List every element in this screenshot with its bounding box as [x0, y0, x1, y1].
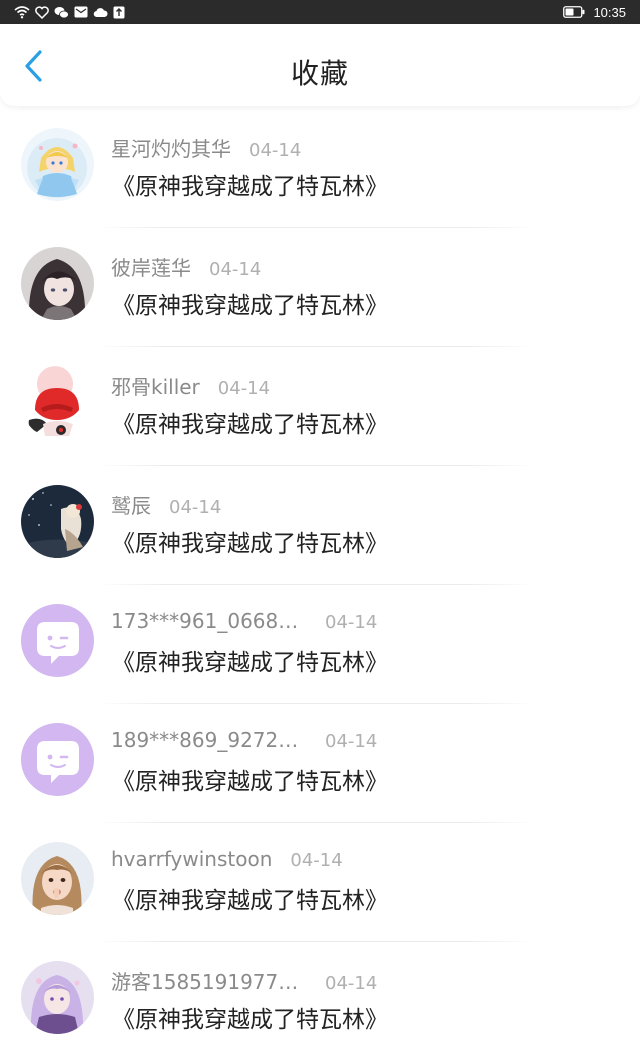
- mail-icon: [74, 6, 88, 18]
- upload-icon: [113, 6, 125, 18]
- avatar[interactable]: [21, 366, 94, 439]
- avatar[interactable]: [21, 961, 94, 1034]
- cloud-icon: [93, 7, 108, 17]
- app-header: 收藏: [0, 24, 640, 106]
- book-title[interactable]: 《原神我穿越成了特瓦林》: [112, 405, 388, 439]
- avatar[interactable]: [21, 723, 94, 796]
- book-title[interactable]: 《原神我穿越成了特瓦林》: [112, 286, 388, 320]
- list-item[interactable]: 星河灼灼其华 04-14 《原神我穿越成了特瓦林》: [0, 109, 640, 228]
- anime-girl-avatar-icon: [21, 128, 94, 201]
- list-item[interactable]: 189***869_92726... 04-14 《原神我穿越成了特瓦林》: [0, 704, 640, 823]
- user-name[interactable]: hvarrfywinstoon: [111, 847, 272, 871]
- book-title[interactable]: 《原神我穿越成了特瓦林》: [112, 524, 388, 558]
- user-name[interactable]: 星河灼灼其华: [111, 133, 231, 162]
- favorites-list: 星河灼灼其华 04-14 《原神我穿越成了特瓦林》 彼岸莲华 04-14 《原神…: [0, 109, 640, 1061]
- status-icons-left: [14, 4, 125, 20]
- item-date: 04-14: [217, 378, 271, 399]
- item-meta: 星河灼灼其华 04-14: [111, 133, 301, 163]
- clock: 10:35: [593, 4, 626, 20]
- avatar[interactable]: [21, 128, 94, 201]
- status-icons-right: 10:35: [563, 3, 626, 21]
- user-name[interactable]: 173***961_06686...: [111, 609, 307, 633]
- book-title[interactable]: 《原神我穿越成了特瓦林》: [112, 643, 388, 677]
- item-date: 04-14: [325, 612, 378, 633]
- anime-purple-avatar-icon: [21, 961, 94, 1034]
- avatar[interactable]: [21, 247, 94, 320]
- list-item[interactable]: 邪骨killer 04-14 《原神我穿越成了特瓦林》: [0, 347, 640, 466]
- list-item[interactable]: 173***961_06686... 04-14 《原神我穿越成了特瓦林》: [0, 585, 640, 704]
- user-name[interactable]: 彼岸莲华: [111, 252, 191, 281]
- item-meta: 游客15851919779... 04-14: [111, 966, 377, 996]
- item-meta: 鹫辰 04-14: [111, 490, 221, 520]
- default-chat-bubble-icon: [21, 604, 94, 677]
- default-chat-bubble-icon: [21, 723, 94, 796]
- battery-icon: [563, 6, 585, 18]
- book-title[interactable]: 《原神我穿越成了特瓦林》: [112, 881, 388, 915]
- item-meta: 173***961_06686... 04-14: [111, 609, 377, 639]
- list-item[interactable]: 游客15851919779... 04-14 《原神我穿越成了特瓦林》: [0, 942, 640, 1061]
- list-item[interactable]: 彼岸莲华 04-14 《原神我穿越成了特瓦林》: [0, 228, 640, 347]
- item-meta: 彼岸莲华 04-14: [111, 252, 261, 282]
- user-name[interactable]: 189***869_92726...: [111, 728, 307, 752]
- wechat-icon: [54, 6, 69, 18]
- night-scene-avatar-icon: [21, 485, 94, 558]
- child-photo-avatar-icon: [21, 842, 94, 915]
- wifi-icon: [14, 6, 30, 19]
- avatar[interactable]: [21, 604, 94, 677]
- user-name[interactable]: 鹫辰: [111, 490, 151, 519]
- item-date: 04-14: [169, 497, 222, 518]
- red-hood-avatar-icon: [21, 366, 94, 439]
- item-date: 04-14: [325, 973, 378, 994]
- item-meta: hvarrfywinstoon 04-14: [111, 847, 343, 877]
- user-name[interactable]: 游客15851919779...: [111, 966, 307, 995]
- item-date: 04-14: [209, 259, 262, 280]
- page-title: 收藏: [290, 57, 349, 90]
- anime-girl-dark-avatar-icon: [21, 247, 94, 320]
- item-meta: 189***869_92726... 04-14: [111, 728, 377, 758]
- item-meta: 邪骨killer 04-14: [111, 371, 270, 401]
- status-bar: 10:35: [0, 0, 640, 24]
- item-date: 04-14: [290, 850, 343, 871]
- heart-icon: [35, 5, 49, 19]
- item-date: 04-14: [249, 140, 302, 161]
- item-date: 04-14: [325, 731, 378, 752]
- user-name[interactable]: 邪骨killer: [111, 371, 200, 400]
- list-item[interactable]: hvarrfywinstoon 04-14 《原神我穿越成了特瓦林》: [0, 823, 640, 942]
- list-item[interactable]: 鹫辰 04-14 《原神我穿越成了特瓦林》: [0, 466, 640, 585]
- avatar[interactable]: [21, 485, 94, 558]
- book-title[interactable]: 《原神我穿越成了特瓦林》: [112, 167, 388, 201]
- book-title[interactable]: 《原神我穿越成了特瓦林》: [112, 1000, 388, 1034]
- book-title[interactable]: 《原神我穿越成了特瓦林》: [112, 762, 388, 796]
- avatar[interactable]: [21, 842, 94, 915]
